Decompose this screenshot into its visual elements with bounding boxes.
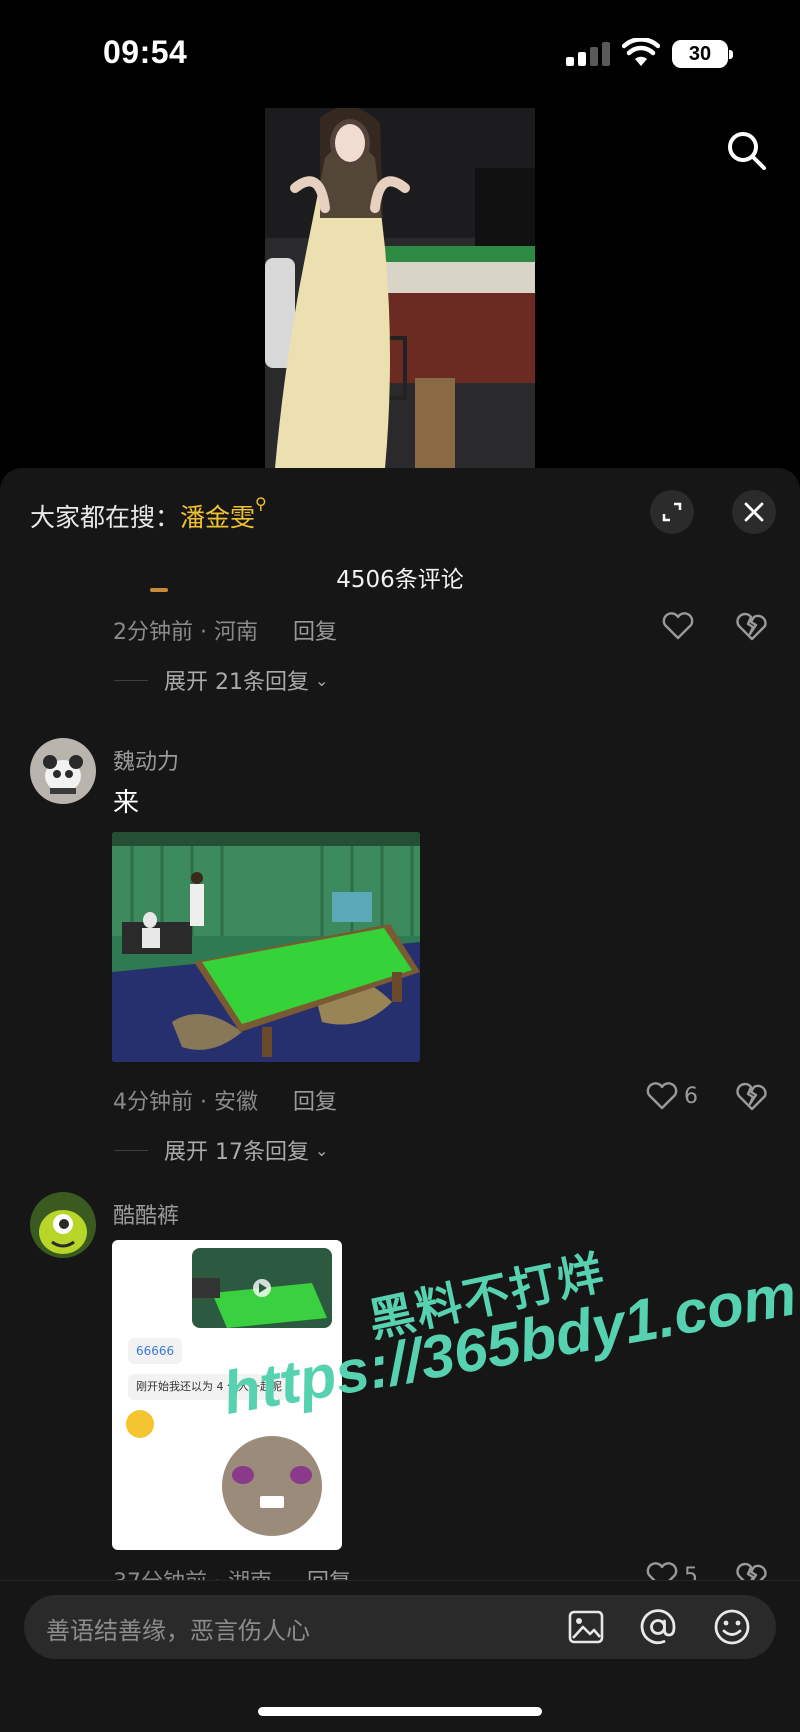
search-small-icon: ⚲ xyxy=(255,494,267,513)
meme-sticker xyxy=(222,1436,322,1536)
emoji-icon[interactable] xyxy=(712,1607,752,1647)
avatar[interactable] xyxy=(30,1192,96,1258)
avatar-image xyxy=(30,1192,96,1258)
comment-input-placeholder: 善语结善缘，恶言伤人心 xyxy=(46,1617,310,1645)
chevron-down-icon: ⌄ xyxy=(315,670,329,690)
image-icon[interactable] xyxy=(566,1607,606,1647)
comment-username[interactable]: 酷酷裤 xyxy=(113,1198,179,1230)
broken-heart-icon[interactable] xyxy=(736,612,768,642)
hot-search-keyword[interactable]: 潘金雯 xyxy=(180,503,255,532)
comment-time-location: 2分钟前 · 河南 xyxy=(113,620,258,645)
close-sheet-button[interactable] xyxy=(732,490,776,534)
close-icon xyxy=(744,502,764,522)
video-thumbnail[interactable] xyxy=(265,108,535,468)
smile-emoji-icon xyxy=(126,1410,154,1438)
divider xyxy=(114,679,148,681)
comment-image[interactable] xyxy=(112,832,420,1062)
comment-input[interactable]: 善语结善缘，恶言伤人心 xyxy=(24,1595,776,1659)
comment-meta: 2分钟前 · 河南 回复 xyxy=(113,614,337,646)
at-icon[interactable] xyxy=(638,1607,678,1647)
wifi-icon xyxy=(622,38,660,66)
broken-heart-icon[interactable] xyxy=(736,1082,768,1112)
billiard-room-photo xyxy=(112,832,420,1062)
expand-replies[interactable]: 展开 17条回复 ⌄ xyxy=(114,1134,328,1166)
clipped-emoji xyxy=(150,588,168,592)
chat-bubble: 刚开始我还以为 4 个人一起呢 xyxy=(128,1374,290,1400)
avatar-image xyxy=(30,738,96,804)
meme-teeth xyxy=(260,1496,284,1508)
avatar[interactable] xyxy=(30,738,96,804)
reply-button[interactable]: 回复 xyxy=(293,620,337,645)
chevron-down-icon: ⌄ xyxy=(315,1140,329,1160)
divider xyxy=(114,1149,148,1151)
hot-search-prefix: 大家都在搜： xyxy=(30,503,181,532)
status-time: 09:54 xyxy=(103,34,188,70)
chat-video-image xyxy=(192,1248,332,1328)
expand-sheet-button[interactable] xyxy=(650,490,694,534)
comment-meta: 4分钟前 · 安徽 回复 xyxy=(113,1084,337,1116)
video-frame-image xyxy=(265,108,535,468)
expand-replies[interactable]: 展开 21条回复 ⌄ xyxy=(114,664,328,696)
like-count: 6 xyxy=(684,1083,698,1109)
comment-time-location: 4分钟前 · 安徽 xyxy=(113,1090,258,1115)
battery-indicator: 30 xyxy=(672,40,733,68)
comment-image[interactable]: 66666 刚开始我还以为 4 个人一起呢 xyxy=(112,1240,342,1550)
expand-replies-label: 展开 17条回复 xyxy=(164,1140,309,1165)
comment-sheet-header: 大家都在搜：潘金雯⚲ 4506条评论 xyxy=(0,468,800,593)
signal-icon xyxy=(566,42,610,66)
hot-search-suggestion[interactable]: 大家都在搜：潘金雯⚲ xyxy=(30,494,267,534)
search-icon[interactable] xyxy=(724,128,768,172)
home-indicator[interactable] xyxy=(258,1707,542,1716)
heart-icon xyxy=(662,612,694,640)
comment-text: 来 xyxy=(113,788,140,818)
comment-list[interactable]: 2分钟前 · 河南 回复 展开 21条回复 ⌄ 魏动力 来 4分钟前 · 安徽 … xyxy=(0,588,800,1608)
like-button[interactable]: 6 xyxy=(646,1082,698,1110)
expand-replies-label: 展开 21条回复 xyxy=(164,670,309,695)
meme-eye xyxy=(232,1466,254,1484)
chat-bubble: 66666 xyxy=(128,1338,183,1364)
heart-icon xyxy=(646,1082,678,1110)
like-button[interactable] xyxy=(662,612,694,640)
reply-button[interactable]: 回复 xyxy=(293,1090,337,1115)
expand-icon xyxy=(662,502,682,522)
chat-video-thumbnail xyxy=(192,1248,332,1328)
comment-input-bar: 善语结善缘，恶言伤人心 xyxy=(0,1580,800,1732)
comment-username[interactable]: 魏动力 xyxy=(113,744,179,776)
comment-sheet: 大家都在搜：潘金雯⚲ 4506条评论 2分钟前 · 河南 回复 展开 21条回复… xyxy=(0,468,800,1732)
status-bar: 09:54 30 xyxy=(0,0,800,100)
meme-eye xyxy=(290,1466,312,1484)
